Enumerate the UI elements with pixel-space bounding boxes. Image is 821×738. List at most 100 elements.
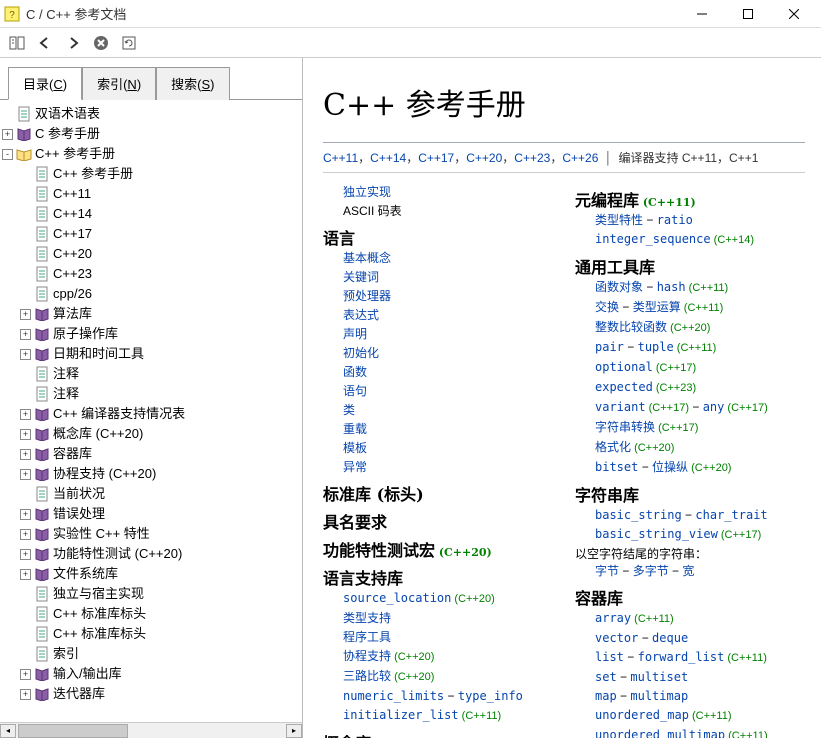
content-link[interactable]: 宽 (682, 564, 694, 578)
forward-button[interactable] (62, 32, 84, 54)
tree-item[interactable]: C++17 (20, 224, 300, 244)
content-link[interactable]: unordered_map (595, 708, 689, 722)
content-link[interactable]: set (595, 670, 617, 684)
content-link[interactable]: 类型运算 (633, 300, 681, 314)
scroll-thumb[interactable] (18, 724, 128, 738)
tab-目录[interactable]: 目录(C) (8, 67, 82, 100)
version-link[interactable]: C++14 (370, 151, 406, 165)
section-header[interactable]: 容器库 (575, 585, 805, 609)
expand-icon[interactable]: + (20, 569, 31, 580)
tree-view[interactable]: 双语术语表+C 参考手册-C++ 参考手册C++ 参考手册C++11C++14C… (0, 100, 302, 722)
version-link[interactable]: C++23 (514, 151, 550, 165)
content-link[interactable]: multiset (630, 670, 688, 684)
content-link[interactable]: 格式化 (595, 440, 631, 454)
content-link[interactable]: basic_string (595, 508, 682, 522)
tree-item[interactable]: 注释 (20, 364, 300, 384)
section-header[interactable]: 语言 (323, 225, 553, 249)
content-link[interactable]: 初始化 (343, 346, 379, 360)
content-link[interactable]: optional (595, 360, 653, 374)
stop-button[interactable] (90, 32, 112, 54)
content-link[interactable]: 重载 (343, 422, 367, 436)
content-link[interactable]: initializer_list (343, 708, 459, 722)
content-link[interactable]: deque (652, 631, 688, 645)
scroll-left-button[interactable]: ◂ (0, 724, 16, 738)
content-link[interactable]: 预处理器 (343, 289, 391, 303)
content-link[interactable]: 独立实现 (343, 185, 391, 199)
content-link[interactable]: 协程支持 (343, 649, 391, 663)
tab-索引[interactable]: 索引(N) (82, 67, 156, 100)
version-link[interactable]: C++20 (466, 151, 502, 165)
content-link[interactable]: forward_list (638, 650, 725, 664)
section-header[interactable]: 元编程库 (C++11) (575, 187, 805, 211)
content-link[interactable]: source_location (343, 591, 451, 605)
tree-item[interactable]: 当前状况 (20, 484, 300, 504)
content-link[interactable]: bitset (595, 460, 638, 474)
section-header[interactable]: 通用工具库 (575, 254, 805, 278)
tree-item[interactable]: +功能特性测试 (C++20) (20, 544, 300, 564)
content-link[interactable]: multimap (630, 689, 688, 703)
content-link[interactable]: 异常 (343, 460, 367, 474)
tree-item[interactable]: C++ 标准库标头 (20, 624, 300, 644)
tree-item[interactable]: C++ 参考手册 (20, 164, 300, 184)
tree-item[interactable]: +容器库 (20, 444, 300, 464)
content-link[interactable]: 类型支持 (343, 611, 391, 625)
content-link[interactable]: unordered_multimap (595, 728, 725, 738)
tree-item[interactable]: +文件系统库 (20, 564, 300, 584)
section-header[interactable]: 功能特性测试宏 (C++20) (323, 537, 553, 561)
tree-item[interactable]: +原子操作库 (20, 324, 300, 344)
toggle-pane-button[interactable] (6, 32, 28, 54)
tree-item[interactable]: C++14 (20, 204, 300, 224)
content-link[interactable]: 语句 (343, 384, 367, 398)
content-link[interactable]: 三路比较 (343, 669, 391, 683)
tree-item[interactable]: cpp/26 (20, 284, 300, 304)
tree-item[interactable]: C++11 (20, 184, 300, 204)
content-link[interactable]: vector (595, 631, 638, 645)
content-link[interactable]: char_trait (695, 508, 767, 522)
content-link[interactable]: 基本概念 (343, 251, 391, 265)
tree-item[interactable]: +实验性 C++ 特性 (20, 524, 300, 544)
content-link[interactable]: 交换 (595, 300, 619, 314)
content-link[interactable]: 函数 (343, 365, 367, 379)
tree-item[interactable]: C++ 标准库标头 (20, 604, 300, 624)
tree-item[interactable]: C++23 (20, 264, 300, 284)
content-link[interactable]: 字节 (595, 564, 619, 578)
content-link[interactable]: 关键词 (343, 270, 379, 284)
scroll-right-button[interactable]: ▸ (286, 724, 302, 738)
expand-icon[interactable]: + (20, 309, 31, 320)
content-link[interactable]: 位操纵 (652, 460, 688, 474)
section-header[interactable]: 标准库 (标头) (323, 481, 553, 505)
content-link[interactable]: list (595, 650, 624, 664)
content-link[interactable]: 模板 (343, 441, 367, 455)
section-header[interactable]: 具名要求 (323, 509, 553, 533)
tree-item[interactable]: +协程支持 (C++20) (20, 464, 300, 484)
section-header[interactable]: 字符串库 (575, 482, 805, 506)
expand-icon[interactable]: + (20, 449, 31, 460)
expand-icon[interactable]: + (20, 549, 31, 560)
content-link[interactable]: basic_string_view (595, 527, 718, 541)
content-link[interactable]: 函数对象 (595, 280, 643, 294)
expand-icon[interactable]: + (2, 129, 13, 140)
content-link[interactable]: type_info (458, 689, 523, 703)
content-link[interactable]: 多字节 (633, 564, 669, 578)
close-button[interactable] (771, 0, 817, 28)
section-header[interactable]: 概念库 (C++20) (323, 730, 553, 738)
content-link[interactable]: 声明 (343, 327, 367, 341)
tree-item[interactable]: 双语术语表 (2, 104, 300, 124)
expand-icon[interactable]: + (20, 469, 31, 480)
content-link[interactable]: numeric_limits (343, 689, 444, 703)
expand-icon[interactable]: + (20, 409, 31, 420)
refresh-button[interactable] (118, 32, 140, 54)
section-header[interactable]: 语言支持库 (323, 565, 553, 589)
tab-搜索[interactable]: 搜索(S) (156, 67, 229, 100)
expand-icon[interactable]: + (20, 329, 31, 340)
expand-icon[interactable]: + (20, 509, 31, 520)
version-link[interactable]: C++17 (418, 151, 454, 165)
content-link[interactable]: any (703, 400, 725, 414)
tree-item[interactable]: 索引 (20, 644, 300, 664)
expand-icon[interactable]: + (20, 689, 31, 700)
content-link[interactable]: ratio (657, 213, 693, 227)
back-button[interactable] (34, 32, 56, 54)
tree-item[interactable]: 注释 (20, 384, 300, 404)
tree-item[interactable]: C++20 (20, 244, 300, 264)
content-link[interactable]: 类 (343, 403, 355, 417)
